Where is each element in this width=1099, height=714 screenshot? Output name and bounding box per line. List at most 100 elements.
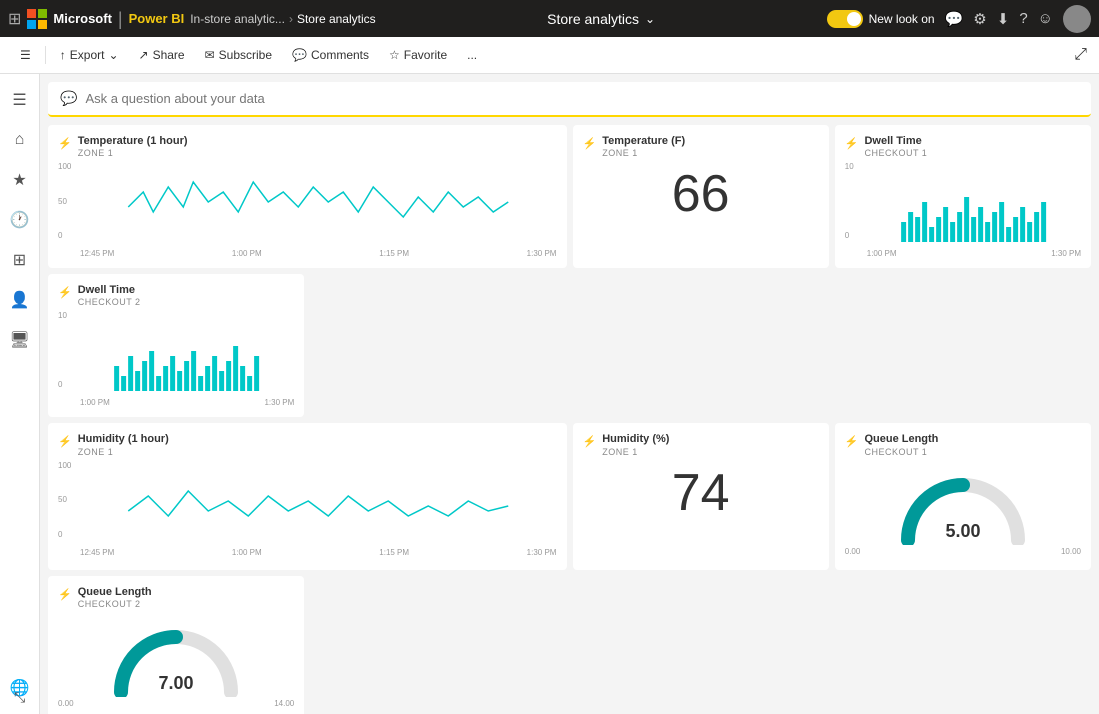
more-button[interactable]: ... bbox=[459, 44, 485, 66]
bolt-icon: ⚡ bbox=[845, 137, 859, 150]
card-title-group: Queue Length CHECKOUT 2 bbox=[78, 586, 152, 609]
expand-button[interactable]: ⤢ bbox=[1074, 46, 1087, 64]
card-dwell-checkout2: ⚡ Dwell Time CHECKOUT 2 10 0 bbox=[48, 274, 304, 417]
y-label-0: 0 bbox=[58, 380, 78, 389]
card-subtitle: CHECKOUT 1 bbox=[864, 148, 927, 158]
card-dwell-checkout1: ⚡ Dwell Time CHECKOUT 1 10 0 bbox=[835, 125, 1091, 268]
sidebar-item-apps[interactable]: ⊞ bbox=[2, 242, 38, 278]
chart-svg-wrap bbox=[80, 461, 557, 546]
sidebar: ☰ ⌂ ★ 🕐 ⊞ 👤 🖥 🌐 bbox=[0, 74, 40, 714]
x-label-1: 1:00 PM bbox=[867, 249, 897, 258]
card-header: ⚡ Temperature (1 hour) ZONE 1 bbox=[58, 135, 557, 158]
favorite-button[interactable]: ☆ Favorite bbox=[381, 44, 455, 66]
menu-button[interactable]: ☰ bbox=[12, 44, 39, 66]
card-title-group: Temperature (1 hour) ZONE 1 bbox=[78, 135, 188, 158]
y-label-10: 10 bbox=[58, 311, 78, 320]
card-header: ⚡ Dwell Time CHECKOUT 2 bbox=[58, 284, 294, 307]
x-label-4: 1:30 PM bbox=[527, 548, 557, 557]
microsoft-label: Microsoft bbox=[53, 11, 112, 26]
bolt-icon: ⚡ bbox=[58, 286, 72, 299]
sidebar-item-favorites[interactable]: ★ bbox=[2, 162, 38, 198]
card-subtitle: ZONE 1 bbox=[78, 447, 169, 457]
qa-input[interactable] bbox=[85, 91, 1079, 106]
help-icon[interactable]: ? bbox=[1019, 10, 1027, 27]
breadcrumb-item-1[interactable]: In-store analytic... bbox=[190, 12, 285, 26]
bolt-icon: ⚡ bbox=[58, 435, 72, 448]
gauge-max: 10.00 bbox=[1061, 547, 1081, 556]
comments-label: Comments bbox=[311, 48, 369, 62]
breadcrumb: In-store analytic... › Store analytics bbox=[190, 12, 375, 26]
row-1: ⚡ Temperature (1 hour) ZONE 1 100 50 0 bbox=[48, 125, 1091, 417]
gauge-min: 0.00 bbox=[845, 547, 861, 556]
toggle-switch[interactable] bbox=[827, 10, 863, 28]
new-look-toggle[interactable]: New look on bbox=[827, 10, 935, 28]
smiley-icon[interactable]: ☺ bbox=[1038, 10, 1053, 27]
subscribe-label: Subscribe bbox=[219, 48, 272, 62]
card-title-group: Humidity (%) ZONE 1 bbox=[602, 433, 669, 456]
x-label-3: 1:15 PM bbox=[379, 249, 409, 258]
card-temp-zone1-line: ⚡ Temperature (1 hour) ZONE 1 100 50 0 bbox=[48, 125, 567, 268]
y-label-100: 100 bbox=[58, 162, 78, 171]
gauge-queue-co1: 5.00 0.00 10.00 bbox=[845, 461, 1081, 560]
card-subtitle: CHECKOUT 1 bbox=[864, 447, 938, 457]
gauge-queue-co2: 7.00 0.00 14.00 bbox=[58, 613, 294, 712]
card-title-group: Queue Length CHECKOUT 1 bbox=[864, 433, 938, 456]
card-title-group: Humidity (1 hour) ZONE 1 bbox=[78, 433, 169, 456]
main-layout: ☰ ⌂ ★ 🕐 ⊞ 👤 🖥 🌐 💬 ⚡ Temperature (1 hour)… bbox=[0, 74, 1099, 714]
card-title: Humidity (%) bbox=[602, 433, 669, 446]
bolt-icon: ⚡ bbox=[58, 588, 72, 601]
card-humidity-pct-zone1: ⚡ Humidity (%) ZONE 1 74 bbox=[573, 423, 829, 569]
sidebar-item-home[interactable]: ⌂ bbox=[2, 122, 38, 158]
export-icon: ↑ bbox=[60, 48, 66, 62]
x-label-1: 12:45 PM bbox=[80, 548, 114, 557]
content-area: 💬 ⚡ Temperature (1 hour) ZONE 1 100 50 bbox=[40, 74, 1099, 714]
x-axis-labels: 1:00 PM 1:30 PM bbox=[867, 249, 1081, 258]
sidebar-item-people[interactable]: 👤 bbox=[2, 282, 38, 318]
x-label-3: 1:15 PM bbox=[379, 548, 409, 557]
chat-icon[interactable]: 💬 bbox=[945, 10, 964, 28]
chevron-down-icon[interactable]: ⌄ bbox=[645, 12, 655, 26]
breadcrumb-item-2[interactable]: Store analytics bbox=[297, 12, 376, 26]
toolbar: ☰ ↑ Export ⌄ ↗ Share ✉ Subscribe 💬 Comme… bbox=[0, 37, 1099, 74]
sidebar-item-recent[interactable]: 🕐 bbox=[2, 202, 38, 238]
y-label-100: 100 bbox=[58, 461, 78, 470]
new-look-label: New look on bbox=[869, 12, 935, 26]
star-icon: ☆ bbox=[389, 48, 400, 62]
download-icon[interactable]: ⬇ bbox=[997, 10, 1010, 28]
card-title-group: Temperature (F) ZONE 1 bbox=[602, 135, 685, 158]
sidebar-item-workspaces[interactable]: 🖥 bbox=[2, 322, 38, 358]
waffle-icon[interactable]: ⊞ bbox=[8, 9, 21, 29]
bolt-icon: ⚡ bbox=[583, 137, 597, 150]
export-button[interactable]: ↑ Export ⌄ bbox=[52, 44, 127, 66]
y-axis-labels: 10 0 bbox=[58, 311, 78, 389]
nav-center: Store analytics ⌄ bbox=[382, 11, 821, 27]
favorite-label: Favorite bbox=[404, 48, 447, 62]
card-title: Temperature (F) bbox=[602, 135, 685, 148]
bar-chart-dwell-co1: 10 0 bbox=[845, 162, 1081, 258]
chart-svg-wrap bbox=[80, 311, 294, 396]
qa-bar[interactable]: 💬 bbox=[48, 82, 1091, 117]
avatar[interactable] bbox=[1063, 5, 1091, 33]
comments-icon: 💬 bbox=[292, 48, 307, 62]
gauge-svg: 7.00 bbox=[106, 617, 246, 697]
card-temp-f-zone1: ⚡ Temperature (F) ZONE 1 66 bbox=[573, 125, 829, 268]
comments-button[interactable]: 💬 Comments bbox=[284, 44, 377, 66]
bolt-icon: ⚡ bbox=[845, 435, 859, 448]
bar-chart-svg bbox=[867, 162, 1081, 242]
share-button[interactable]: ↗ Share bbox=[131, 44, 193, 66]
share-icon: ↗ bbox=[139, 48, 149, 62]
subscribe-button[interactable]: ✉ Subscribe bbox=[197, 44, 280, 66]
top-nav: ⊞ Microsoft | Power BI In-store analytic… bbox=[0, 0, 1099, 37]
gear-icon[interactable]: ⚙ bbox=[973, 10, 986, 28]
card-title: Temperature (1 hour) bbox=[78, 135, 188, 148]
card-header: ⚡ Humidity (1 hour) ZONE 1 bbox=[58, 433, 557, 456]
sidebar-item-menu[interactable]: ☰ bbox=[2, 82, 38, 118]
y-axis-labels: 100 50 0 bbox=[58, 162, 78, 240]
card-title-group: Dwell Time CHECKOUT 1 bbox=[864, 135, 927, 158]
x-axis-labels: 12:45 PM 1:00 PM 1:15 PM 1:30 PM bbox=[80, 249, 557, 258]
card-queue-co2: ⚡ Queue Length CHECKOUT 2 7.00 bbox=[48, 576, 304, 714]
bar-chart-dwell-co2: 10 0 bbox=[58, 311, 294, 407]
card-humidity-zone1-line: ⚡ Humidity (1 hour) ZONE 1 100 50 0 bbox=[48, 423, 567, 569]
chart-svg-wrap bbox=[80, 162, 557, 247]
brand: Microsoft bbox=[27, 9, 112, 29]
